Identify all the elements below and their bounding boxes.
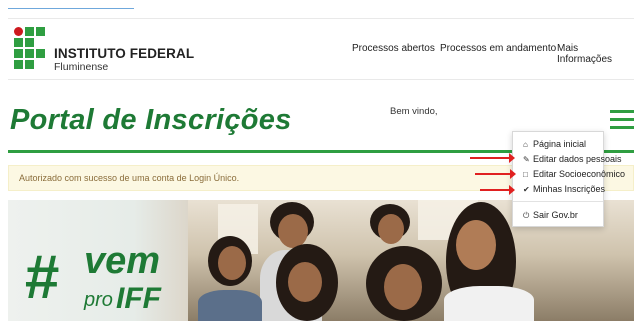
banner-hashtag: # [24, 243, 59, 312]
menu-item-editar-socioeconomico[interactable]: □ Editar Socioeconômico [523, 169, 625, 179]
menu-divider [513, 201, 603, 202]
top-link-underline [8, 8, 134, 9]
power-icon: ⏻ [523, 211, 530, 220]
banner-vem-text: vem [84, 240, 161, 282]
check-icon: ✔ [523, 185, 530, 194]
ifflogo-icon[interactable] [14, 27, 54, 71]
nav-processos-em-andamento[interactable]: Processos em andamento [440, 43, 556, 54]
welcome-text: Bem vindo, [390, 106, 438, 117]
pencil-icon: ✎ [523, 155, 530, 164]
annotation-arrow-2 [475, 169, 516, 179]
page-title: Portal de Inscrições [10, 104, 292, 136]
nav-processos-abertos[interactable]: Processos abertos [352, 43, 435, 54]
annotation-arrow-1 [470, 153, 515, 163]
menu-item-editar-dados-pessoais[interactable]: ✎ Editar dados pessoais [523, 154, 622, 164]
annotation-arrow-3 [480, 185, 515, 195]
site-header: INSTITUTO FEDERAL Fluminense Processos a… [8, 18, 634, 80]
nav-mais-informacoes[interactable]: Mais Informações [557, 43, 634, 65]
banner-pro-text: pro [84, 289, 113, 311]
menu-item-pagina-inicial[interactable]: ⌂ Página inicial [523, 139, 586, 149]
alert-message: Autorizado com sucesso de uma conta de L… [19, 173, 240, 183]
menu-item-sair-govbr[interactable]: ⏻ Sair Gov.br [523, 210, 578, 221]
menu-icon[interactable] [610, 110, 634, 130]
home-icon: ⌂ [523, 140, 528, 149]
menu-item-minhas-inscricoes[interactable]: ✔ Minhas Inscrições [523, 184, 605, 194]
banner-iff-text: IFF [116, 282, 161, 315]
user-dropdown-menu: ⌂ Página inicial ✎ Editar dados pessoais □… [512, 131, 625, 227]
edit-icon: □ [523, 170, 528, 179]
institution-subtitle: Fluminense [54, 61, 109, 73]
institution-name: INSTITUTO FEDERAL [54, 46, 195, 61]
